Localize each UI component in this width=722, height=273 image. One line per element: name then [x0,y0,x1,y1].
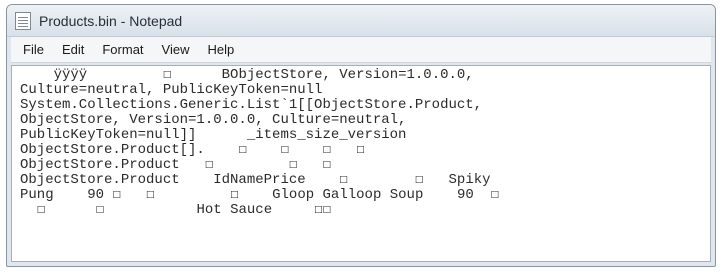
menu-file[interactable]: File [21,40,46,59]
content-line: Culture=neutral, PublicKeyToken=null [20,82,323,98]
notepad-window: Products.bin - Notepad File Edit Format … [6,4,716,267]
menu-bar: File Edit Format View Help [11,37,711,63]
content-line: ObjectStore.Product[]. ☐ ☐ ☐ ☐ [20,142,365,158]
content-line: ObjectStore, Version=1.0.0.0, Culture=ne… [20,112,407,128]
text-editor[interactable]: ÿÿÿÿ ☐ BObjectStore, Version=1.0.0.0, Cu… [11,65,711,262]
menu-edit[interactable]: Edit [60,40,86,59]
content-line: ObjectStore.Product ☐ ☐ ☐ [20,157,331,173]
menu-help[interactable]: Help [205,40,236,59]
title-bar: Products.bin - Notepad [7,5,715,37]
content-line: ÿÿÿÿ ☐ BObjectStore, Version=1.0.0.0, [20,67,474,83]
content-line: PublicKeyToken=null]] _items_size_versio… [20,127,407,143]
content-line: ObjectStore.Product IdNamePrice ☐ ☐ Spik… [20,172,491,188]
notepad-icon [15,11,31,30]
content-line: ☐ ☐ Hot Sauce ☐☐ [20,202,331,218]
menu-format[interactable]: Format [100,40,145,59]
menu-view[interactable]: View [160,40,192,59]
window-title: Products.bin - Notepad [39,12,183,29]
content-line: Pung 90 ☐ ☐ ☐ Gloop Galloop Soup 90 ☐ [20,187,499,203]
file-content[interactable]: ÿÿÿÿ ☐ BObjectStore, Version=1.0.0.0, Cu… [12,66,710,218]
content-line: System.Collections.Generic.List`1[[Objec… [20,97,483,113]
